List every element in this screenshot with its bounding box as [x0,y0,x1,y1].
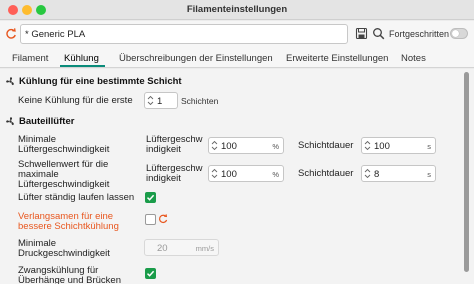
max-fan-speed-label: Schwellenwert für die maximale Lüfterges… [18,159,110,190]
max-fan-layer-time-unit: s [427,170,431,179]
stepper-arrows-icon[interactable] [147,95,154,106]
stepper-arrows-icon[interactable] [211,140,218,151]
fan-always-on-label: Lüfter ständig laufen lassen [18,192,135,203]
stepper-arrows-icon[interactable] [364,140,371,151]
save-icon[interactable] [355,27,368,40]
min-fan-speed-label: Minimale Lüftergeschwindigkeit [18,134,110,155]
tab-bar: Filament Kühlung Überschreibungen der Ei… [0,48,474,68]
max-fan-speed-unit: % [272,170,279,179]
checkmark-icon [146,194,155,201]
min-print-speed-unit: mm/s [195,244,214,253]
preset-select[interactable]: * Generic PLA [20,24,348,44]
max-fan-layer-time-input[interactable]: 8 s [361,165,436,182]
section-heading-part-fan: Bauteillüfter [19,116,75,127]
max-fan-speed-value: 100 [221,169,237,180]
search-icon[interactable] [372,27,385,40]
stepper-arrows-icon[interactable] [364,168,371,179]
tab-cooling[interactable]: Kühlung [64,53,99,64]
tab-advanced-settings[interactable]: Erweiterte Einstellungen [286,53,388,64]
min-fan-layer-time-label: Schichtdauer [298,140,354,151]
title-bar: Filamenteinstellungen [0,0,474,20]
advanced-mode-label: Fortgeschritten [389,29,450,39]
revert-value-icon[interactable] [158,214,168,224]
min-fan-speed-value: 100 [221,141,237,152]
vertical-scrollbar[interactable] [464,72,469,272]
no-cooling-first-layers-value: 1 [157,96,163,107]
max-fan-speed-sublabel: Lüftergeschw indigkeit [146,163,203,184]
window-title: Filamenteinstellungen [186,4,288,15]
min-fan-layer-time-value: 100 [374,141,390,152]
no-cooling-first-layers-label: Keine Kühlung für die erste [18,95,133,106]
overhang-bridge-cooling-label: Zwangskühlung für Überhänge und Brücken [18,265,121,284]
tab-notes[interactable]: Notes [401,53,426,64]
min-fan-speed-unit: % [272,142,279,151]
checkmark-icon [146,270,155,277]
preset-toolbar: * Generic PLA Fortgeschritten [0,21,474,48]
max-fan-layer-time-value: 8 [374,169,380,180]
tab-setting-overrides[interactable]: Überschreibungen der Einstellungen [119,53,273,64]
fan-always-on-checkbox[interactable] [145,192,156,203]
slow-down-for-cooling-label: Verlangsamen für eine bessere Schichtküh… [18,211,119,232]
no-cooling-unit: Schichten [181,96,219,106]
advanced-mode-toggle[interactable] [450,28,468,39]
min-print-speed-value: 20 [157,243,168,254]
overhang-bridge-cooling-checkbox[interactable] [145,268,156,279]
slow-down-for-cooling-checkbox[interactable] [145,214,156,225]
stepper-arrows-icon[interactable] [211,168,218,179]
no-cooling-first-layers-input[interactable]: 1 [144,92,178,109]
reset-preset-icon[interactable] [5,28,17,40]
min-fan-layer-time-input[interactable]: 100 s [361,137,436,154]
active-tab-indicator [60,65,105,67]
fan-icon [6,117,14,126]
max-fan-layer-time-label: Schichtdauer [298,168,354,179]
section-heading-layer-cooling: Kühlung für eine bestimmte Schicht [19,76,182,87]
min-print-speed-input[interactable]: 20 mm/s [144,239,219,256]
settings-panel: Kühlung für eine bestimmte Schicht Keine… [0,69,474,284]
tab-filament[interactable]: Filament [12,53,48,64]
min-print-speed-label: Minimale Druckgeschwindigkeit [18,238,110,259]
min-fan-speed-sublabel: Lüftergeschw indigkeit [146,134,203,155]
max-fan-speed-input[interactable]: 100 % [208,165,284,182]
min-fan-layer-time-unit: s [427,142,431,151]
min-fan-speed-input[interactable]: 100 % [208,137,284,154]
fan-section-icon [6,77,14,86]
